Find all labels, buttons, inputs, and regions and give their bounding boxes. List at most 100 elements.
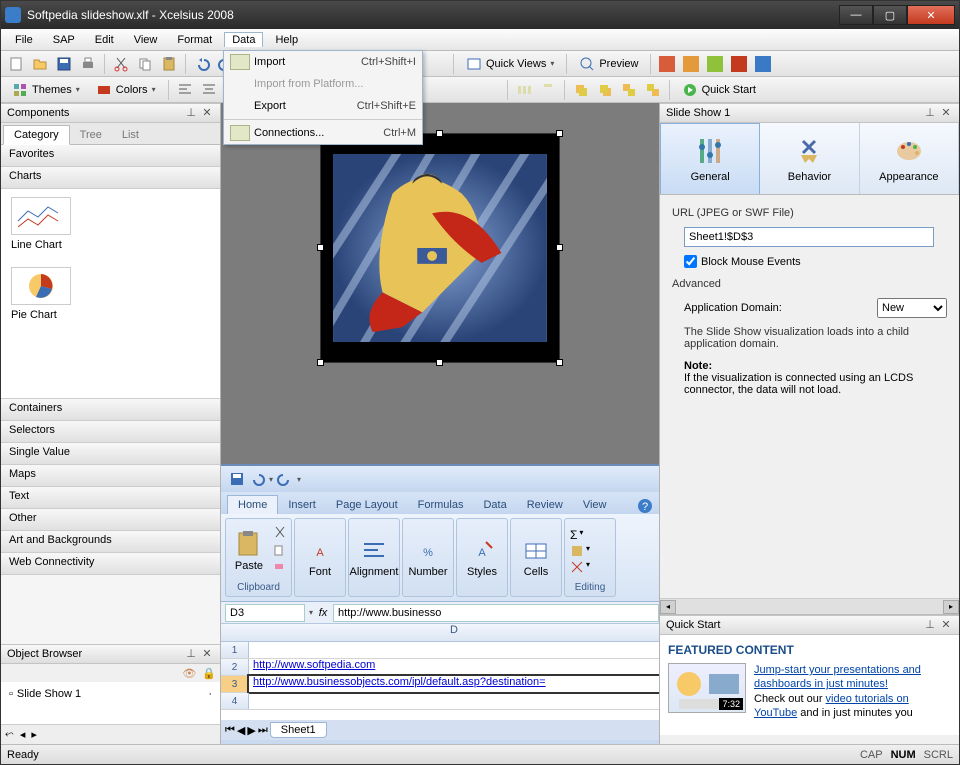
- pin-icon[interactable]: ⊥: [184, 106, 198, 120]
- cut-button[interactable]: [110, 53, 132, 75]
- canvas[interactable]: [221, 103, 659, 464]
- nav-next-icon[interactable]: ▸: [31, 728, 37, 741]
- cell-d2[interactable]: http://www.softpedia.com: [249, 659, 659, 675]
- print-button[interactable]: [77, 53, 99, 75]
- nav-prev-icon[interactable]: ◂: [20, 728, 26, 741]
- tab-review[interactable]: Review: [517, 496, 573, 514]
- align-left-icon[interactable]: [174, 79, 196, 101]
- maximize-button[interactable]: ▢: [873, 5, 907, 25]
- lock-icon[interactable]: 🔒: [202, 667, 216, 680]
- component-pie-chart[interactable]: Pie Chart: [1, 259, 220, 329]
- slideshow-object[interactable]: [320, 133, 560, 363]
- column-header-d[interactable]: D: [221, 624, 659, 642]
- tab-general[interactable]: General: [660, 123, 760, 194]
- cell-d3[interactable]: http://www.businessobjects.com/ipl/defau…: [249, 676, 659, 692]
- close-panel-icon[interactable]: ✕: [939, 106, 953, 120]
- category-web-connectivity[interactable]: Web Connectivity: [1, 553, 220, 575]
- category-maps[interactable]: Maps: [1, 465, 220, 487]
- cell-grid[interactable]: D 1 2http://www.softpedia.com 3http://ww…: [221, 624, 659, 720]
- sheet-nav-next[interactable]: ▶: [247, 724, 255, 737]
- menu-help[interactable]: Help: [267, 32, 306, 48]
- menuitem-export[interactable]: Export Ctrl+Shift+E: [224, 95, 422, 117]
- formula-input[interactable]: [333, 604, 659, 622]
- themes-button[interactable]: Themes▾: [5, 79, 87, 101]
- export-swf-icon[interactable]: [704, 53, 726, 75]
- minimize-button[interactable]: —: [839, 5, 873, 25]
- close-panel-icon[interactable]: ✕: [200, 647, 214, 661]
- category-other[interactable]: Other: [1, 509, 220, 531]
- menu-data[interactable]: Data: [224, 32, 263, 47]
- quick-views-button[interactable]: Quick Views▾: [459, 53, 561, 75]
- align-top-icon[interactable]: [537, 79, 559, 101]
- tab-page-layout[interactable]: Page Layout: [326, 496, 408, 514]
- sheet-nav-prev[interactable]: ◀: [237, 724, 245, 737]
- colors-button[interactable]: Colors▾: [89, 79, 163, 101]
- menu-file[interactable]: File: [7, 32, 41, 48]
- object-slideshow1[interactable]: ▫ Slide Show 1 ·: [5, 686, 216, 702]
- category-text[interactable]: Text: [1, 487, 220, 509]
- tab-category[interactable]: Category: [3, 125, 70, 145]
- fx-icon[interactable]: fx: [313, 607, 333, 619]
- tab-insert[interactable]: Insert: [278, 496, 326, 514]
- tab-list[interactable]: List: [112, 126, 149, 144]
- sheet-tab-sheet1[interactable]: Sheet1: [270, 722, 327, 738]
- bring-forward-icon[interactable]: [570, 79, 592, 101]
- visibility-icon[interactable]: 👁: [182, 667, 196, 680]
- category-favorites[interactable]: Favorites: [1, 145, 220, 167]
- open-button[interactable]: [29, 53, 51, 75]
- menu-view[interactable]: View: [126, 32, 166, 48]
- distribute-h-icon[interactable]: [513, 79, 535, 101]
- paste-button[interactable]: [158, 53, 180, 75]
- tab-view[interactable]: View: [573, 496, 617, 514]
- category-single-value[interactable]: Single Value: [1, 443, 220, 465]
- url-input[interactable]: [684, 227, 934, 247]
- undo-icon[interactable]: [249, 471, 265, 487]
- tab-appearance[interactable]: Appearance: [860, 123, 959, 194]
- close-panel-icon[interactable]: ✕: [939, 618, 953, 632]
- menuitem-connections[interactable]: Connections... Ctrl+M: [224, 122, 422, 144]
- menuitem-import[interactable]: Import Ctrl+Shift+I: [224, 51, 422, 73]
- tab-home[interactable]: Home: [227, 495, 278, 514]
- pin-icon[interactable]: ⊥: [184, 647, 198, 661]
- tab-tree[interactable]: Tree: [70, 126, 112, 144]
- pin-icon[interactable]: ⊥: [923, 618, 937, 632]
- sheet-nav-first[interactable]: ⏮: [225, 724, 235, 737]
- export-air-icon[interactable]: [752, 53, 774, 75]
- category-containers[interactable]: Containers: [1, 399, 220, 421]
- tab-behavior[interactable]: Behavior: [760, 123, 859, 194]
- quick-start-button[interactable]: Quick Start: [675, 79, 763, 101]
- cut-icon[interactable]: [272, 525, 288, 541]
- save-button[interactable]: [53, 53, 75, 75]
- tab-formulas[interactable]: Formulas: [408, 496, 474, 514]
- help-icon[interactable]: ?: [637, 498, 653, 514]
- undo-button[interactable]: [191, 53, 213, 75]
- category-charts[interactable]: Charts: [1, 167, 220, 189]
- preview-button[interactable]: Preview: [572, 53, 645, 75]
- menu-edit[interactable]: Edit: [87, 32, 122, 48]
- export-ppt-icon[interactable]: [656, 53, 678, 75]
- app-domain-select[interactable]: New: [877, 298, 947, 318]
- tab-data[interactable]: Data: [473, 496, 516, 514]
- paste-button[interactable]: Paste: [229, 523, 269, 579]
- copy-button[interactable]: [134, 53, 156, 75]
- save-icon[interactable]: [229, 471, 245, 487]
- block-mouse-checkbox[interactable]: Block Mouse Events: [684, 255, 947, 268]
- video-thumbnail[interactable]: 7:32: [668, 663, 746, 713]
- export-doc-icon[interactable]: [680, 53, 702, 75]
- send-back-icon[interactable]: [642, 79, 664, 101]
- copy-icon[interactable]: [272, 543, 288, 559]
- format-painter-icon[interactable]: [272, 561, 288, 577]
- align-center-icon[interactable]: [198, 79, 220, 101]
- close-panel-icon[interactable]: ✕: [200, 106, 214, 120]
- bring-front-icon[interactable]: [618, 79, 640, 101]
- pin-icon[interactable]: ⊥: [923, 106, 937, 120]
- nav-first-icon[interactable]: ⬿: [5, 728, 14, 741]
- send-backward-icon[interactable]: [594, 79, 616, 101]
- sheet-nav-last[interactable]: ⏭: [258, 724, 268, 737]
- name-box[interactable]: [225, 604, 305, 622]
- menu-format[interactable]: Format: [169, 32, 220, 48]
- category-selectors[interactable]: Selectors: [1, 421, 220, 443]
- export-pdf-icon[interactable]: [728, 53, 750, 75]
- menu-sap[interactable]: SAP: [45, 32, 83, 48]
- category-art-backgrounds[interactable]: Art and Backgrounds: [1, 531, 220, 553]
